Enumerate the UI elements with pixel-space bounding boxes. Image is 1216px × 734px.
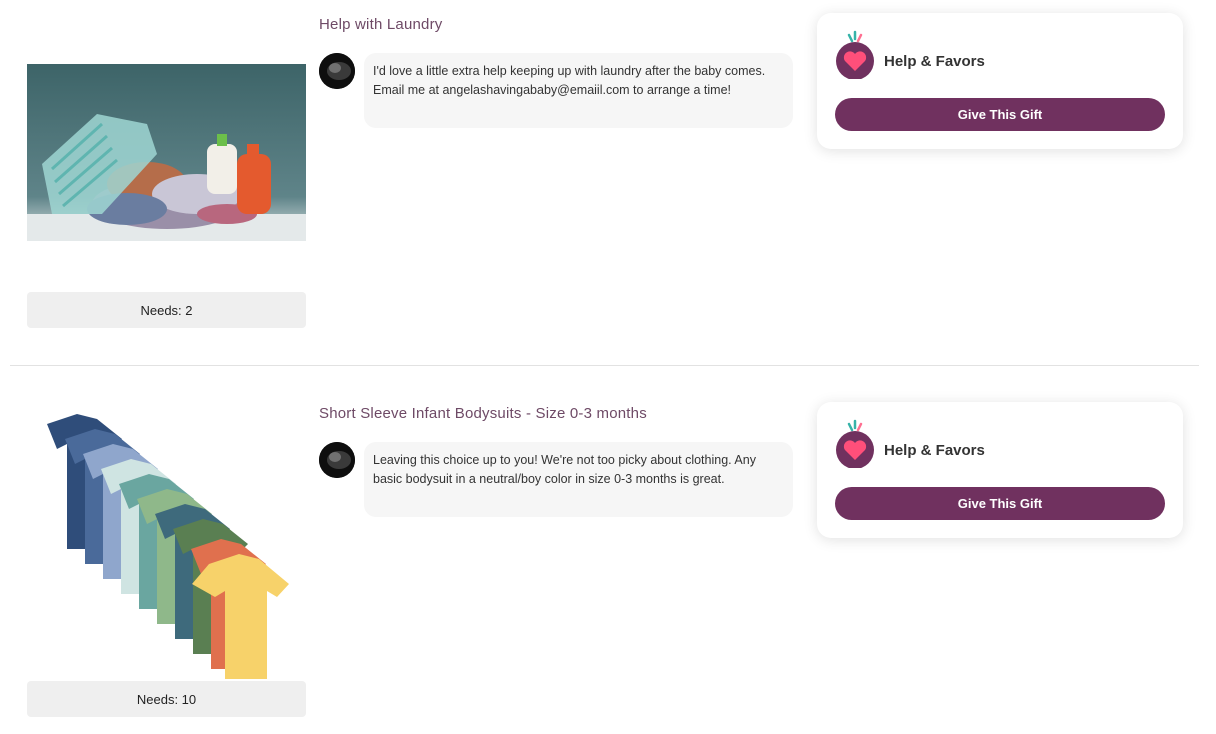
heart-icon: [835, 418, 875, 469]
divider: [10, 365, 1199, 366]
needs-count: Needs: 10: [27, 681, 306, 717]
avatar: [319, 53, 355, 89]
item-title[interactable]: Help with Laundry: [319, 16, 442, 33]
laundry-photo[interactable]: [27, 64, 306, 241]
note-bubble: Leaving this choice up to you! We're not…: [364, 442, 793, 517]
item-title[interactable]: Short Sleeve Infant Bodysuits - Size 0-3…: [319, 405, 647, 422]
heart-icon: [835, 29, 875, 80]
registry-item: Needs: 10 Short Sleeve Infant Bodysuits …: [0, 389, 1216, 734]
bodysuits-photo[interactable]: [27, 409, 306, 679]
needs-count: Needs: 2: [27, 292, 306, 328]
avatar: [319, 442, 355, 478]
registry-item: Needs: 2 Help with Laundry I'd love a li…: [0, 0, 1216, 370]
give-gift-button[interactable]: Give This Gift: [835, 487, 1165, 520]
note-bubble: I'd love a little extra help keeping up …: [364, 53, 793, 128]
gift-category: Help & Favors: [884, 53, 985, 70]
gift-category: Help & Favors: [884, 442, 985, 459]
gift-card: Help & Favors Give This Gift: [817, 13, 1183, 149]
give-gift-button[interactable]: Give This Gift: [835, 98, 1165, 131]
gift-card: Help & Favors Give This Gift: [817, 402, 1183, 538]
